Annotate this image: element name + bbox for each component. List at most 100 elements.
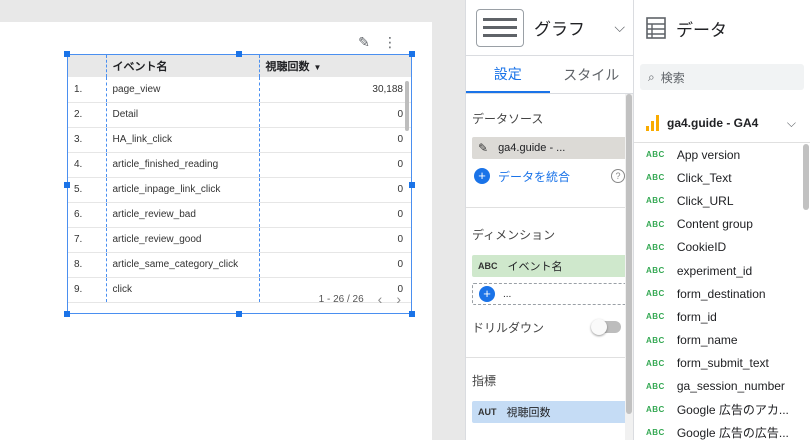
table-chart-icon xyxy=(476,8,524,47)
search-icon: ⌕ xyxy=(648,69,655,84)
resize-handle-nw[interactable] xyxy=(64,51,70,57)
data-panel-header: データ xyxy=(634,0,810,56)
row-views: 0 xyxy=(259,252,411,278)
row-event-name: HA_link_click xyxy=(105,127,260,153)
field-item[interactable]: ABC Google 広告のアカ... xyxy=(634,398,810,421)
row-index: 2. xyxy=(68,102,106,128)
properties-panel: グラフ ⌵ 設定 スタイル データソース ✎ ga4.guide - ... +… xyxy=(465,0,633,440)
prev-page-icon[interactable]: ‹ xyxy=(378,291,383,307)
chart-type-selector[interactable]: グラフ ⌵ xyxy=(466,0,633,56)
resize-handle-s[interactable] xyxy=(236,311,242,317)
row-index: 1. xyxy=(68,77,106,103)
header-views[interactable]: 視聴回数 ▼ xyxy=(259,55,411,77)
plus-icon: + xyxy=(474,168,490,184)
row-event-name: article_same_category_click xyxy=(105,252,260,278)
properties-scrollbar[interactable] xyxy=(625,94,633,440)
field-name: App version xyxy=(676,147,741,162)
row-views: 0 xyxy=(259,202,411,228)
field-name: CookieID xyxy=(676,240,727,255)
resize-handle-e[interactable] xyxy=(409,182,415,188)
search-placeholder: 検索 xyxy=(660,70,685,85)
dimension-label: ディメンション xyxy=(472,228,556,242)
data-panel-title: データ xyxy=(676,20,727,40)
header-event-name[interactable]: イベント名 xyxy=(105,55,260,77)
field-item[interactable]: ABC form_id xyxy=(634,305,810,328)
more-vert-icon[interactable]: ⋮ xyxy=(382,34,398,51)
row-views: 0 xyxy=(259,127,411,153)
add-dimension-button[interactable]: + ... xyxy=(472,283,627,305)
report-canvas: ✎ ⋮ イベント名 視聴回数 ▼ 1. page_view 30,188 2. Detai… xyxy=(0,0,465,440)
help-icon[interactable]: ? xyxy=(611,169,625,183)
table-row[interactable]: 7. article_review_good 0 xyxy=(68,227,411,253)
field-name: form_submit_text xyxy=(676,356,769,371)
table-scrollbar[interactable] xyxy=(405,81,409,131)
resize-handle-sw[interactable] xyxy=(64,311,70,317)
table-row[interactable]: 4. article_finished_reading 0 xyxy=(68,152,411,178)
dimension-chip[interactable]: ABC イベント名 xyxy=(472,255,627,277)
field-type-tag: ABC xyxy=(646,173,665,183)
table-row[interactable]: 5. article_inpage_link_click 0 xyxy=(68,177,411,203)
row-index: 8. xyxy=(68,252,106,278)
data-table: イベント名 視聴回数 ▼ 1. page_view 30,188 2. Detail 0 3.… xyxy=(68,55,411,303)
row-index: 5. xyxy=(68,177,106,203)
table-row[interactable]: 3. HA_link_click 0 xyxy=(68,127,411,153)
field-item[interactable]: ABC Click_URL xyxy=(634,189,810,212)
resize-handle-n[interactable] xyxy=(236,51,242,57)
tab-setup[interactable]: 設定 xyxy=(466,56,550,93)
pencil-icon[interactable]: ✎ xyxy=(356,34,372,51)
chevron-down-icon[interactable]: ⌵ xyxy=(787,116,796,131)
data-panel-scrollbar[interactable] xyxy=(802,144,810,440)
tab-style[interactable]: スタイル xyxy=(550,56,634,93)
dimension-value: イベント名 xyxy=(507,261,563,273)
table-row[interactable]: 8. article_same_category_click 0 xyxy=(68,252,411,278)
row-views: 30,188 xyxy=(259,77,411,103)
field-item[interactable]: ABC ga_session_number xyxy=(634,375,810,398)
resize-handle-w[interactable] xyxy=(64,182,70,188)
add-dimension-text: ... xyxy=(503,288,512,300)
next-page-icon[interactable]: › xyxy=(396,291,401,307)
blend-data-button[interactable]: + データを統合 ? xyxy=(466,165,633,187)
field-type-tag: ABC xyxy=(646,358,665,368)
field-search-input[interactable]: ⌕ 検索 xyxy=(640,64,804,90)
data-source-chip[interactable]: ✎ ga4.guide - ... xyxy=(472,137,627,159)
field-item[interactable]: ABC App version xyxy=(634,143,810,166)
data-source-selector[interactable]: ga4.guide - GA4 ⌵ xyxy=(634,108,810,138)
table-header-row: イベント名 視聴回数 ▼ xyxy=(68,55,411,77)
chevron-down-icon[interactable]: ⌵ xyxy=(614,19,625,36)
resize-handle-ne[interactable] xyxy=(409,51,415,57)
field-item[interactable]: ABC form_name xyxy=(634,329,810,352)
field-item[interactable]: ABC CookieID xyxy=(634,236,810,259)
table-row[interactable]: 2. Detail 0 xyxy=(68,102,411,128)
field-name: ga_session_number xyxy=(676,379,785,394)
table-row[interactable]: 1. page_view 30,188 xyxy=(68,77,411,103)
pagination-range: 1 - 26 / 26 xyxy=(318,293,364,305)
resize-handle-se[interactable] xyxy=(409,311,415,317)
field-item[interactable]: ABC experiment_id xyxy=(634,259,810,282)
field-name: Content group xyxy=(676,217,753,232)
sort-desc-icon[interactable]: ▼ xyxy=(314,63,322,72)
table-row[interactable]: 6. article_review_bad 0 xyxy=(68,202,411,228)
field-type-tag: ABC xyxy=(646,405,665,415)
field-item[interactable]: ABC Click_Text xyxy=(634,166,810,189)
drilldown-toggle[interactable] xyxy=(591,319,621,335)
field-item[interactable]: ABC form_destination xyxy=(634,282,810,305)
field-type-tag: ABC xyxy=(646,150,665,160)
field-type-tag: ABC xyxy=(646,196,665,206)
field-type-tag: ABC xyxy=(646,289,665,299)
row-event-name: click xyxy=(105,277,260,303)
metric-chip[interactable]: AUT 視聴回数 xyxy=(472,401,627,423)
table-chart[interactable]: イベント名 視聴回数 ▼ 1. page_view 30,188 2. Detail 0 3.… xyxy=(64,51,415,317)
row-index: 6. xyxy=(68,202,106,228)
plus-icon: + xyxy=(479,286,495,302)
header-index xyxy=(68,55,106,77)
data-source-name: ga4.guide - GA4 xyxy=(667,116,759,130)
field-item[interactable]: ABC form_submit_text xyxy=(634,352,810,375)
field-item[interactable]: ABC Content group xyxy=(634,213,810,236)
row-views: 0 xyxy=(259,102,411,128)
field-name: experiment_id xyxy=(676,263,753,278)
field-item[interactable]: ABC Google 広告の広告... xyxy=(634,421,810,440)
pencil-icon[interactable]: ✎ xyxy=(478,141,488,155)
field-list: ABC App version ABC Click_Text ABC Click_URL A… xyxy=(634,142,810,440)
field-name: Click_URL xyxy=(676,193,734,208)
row-index: 3. xyxy=(68,127,106,153)
